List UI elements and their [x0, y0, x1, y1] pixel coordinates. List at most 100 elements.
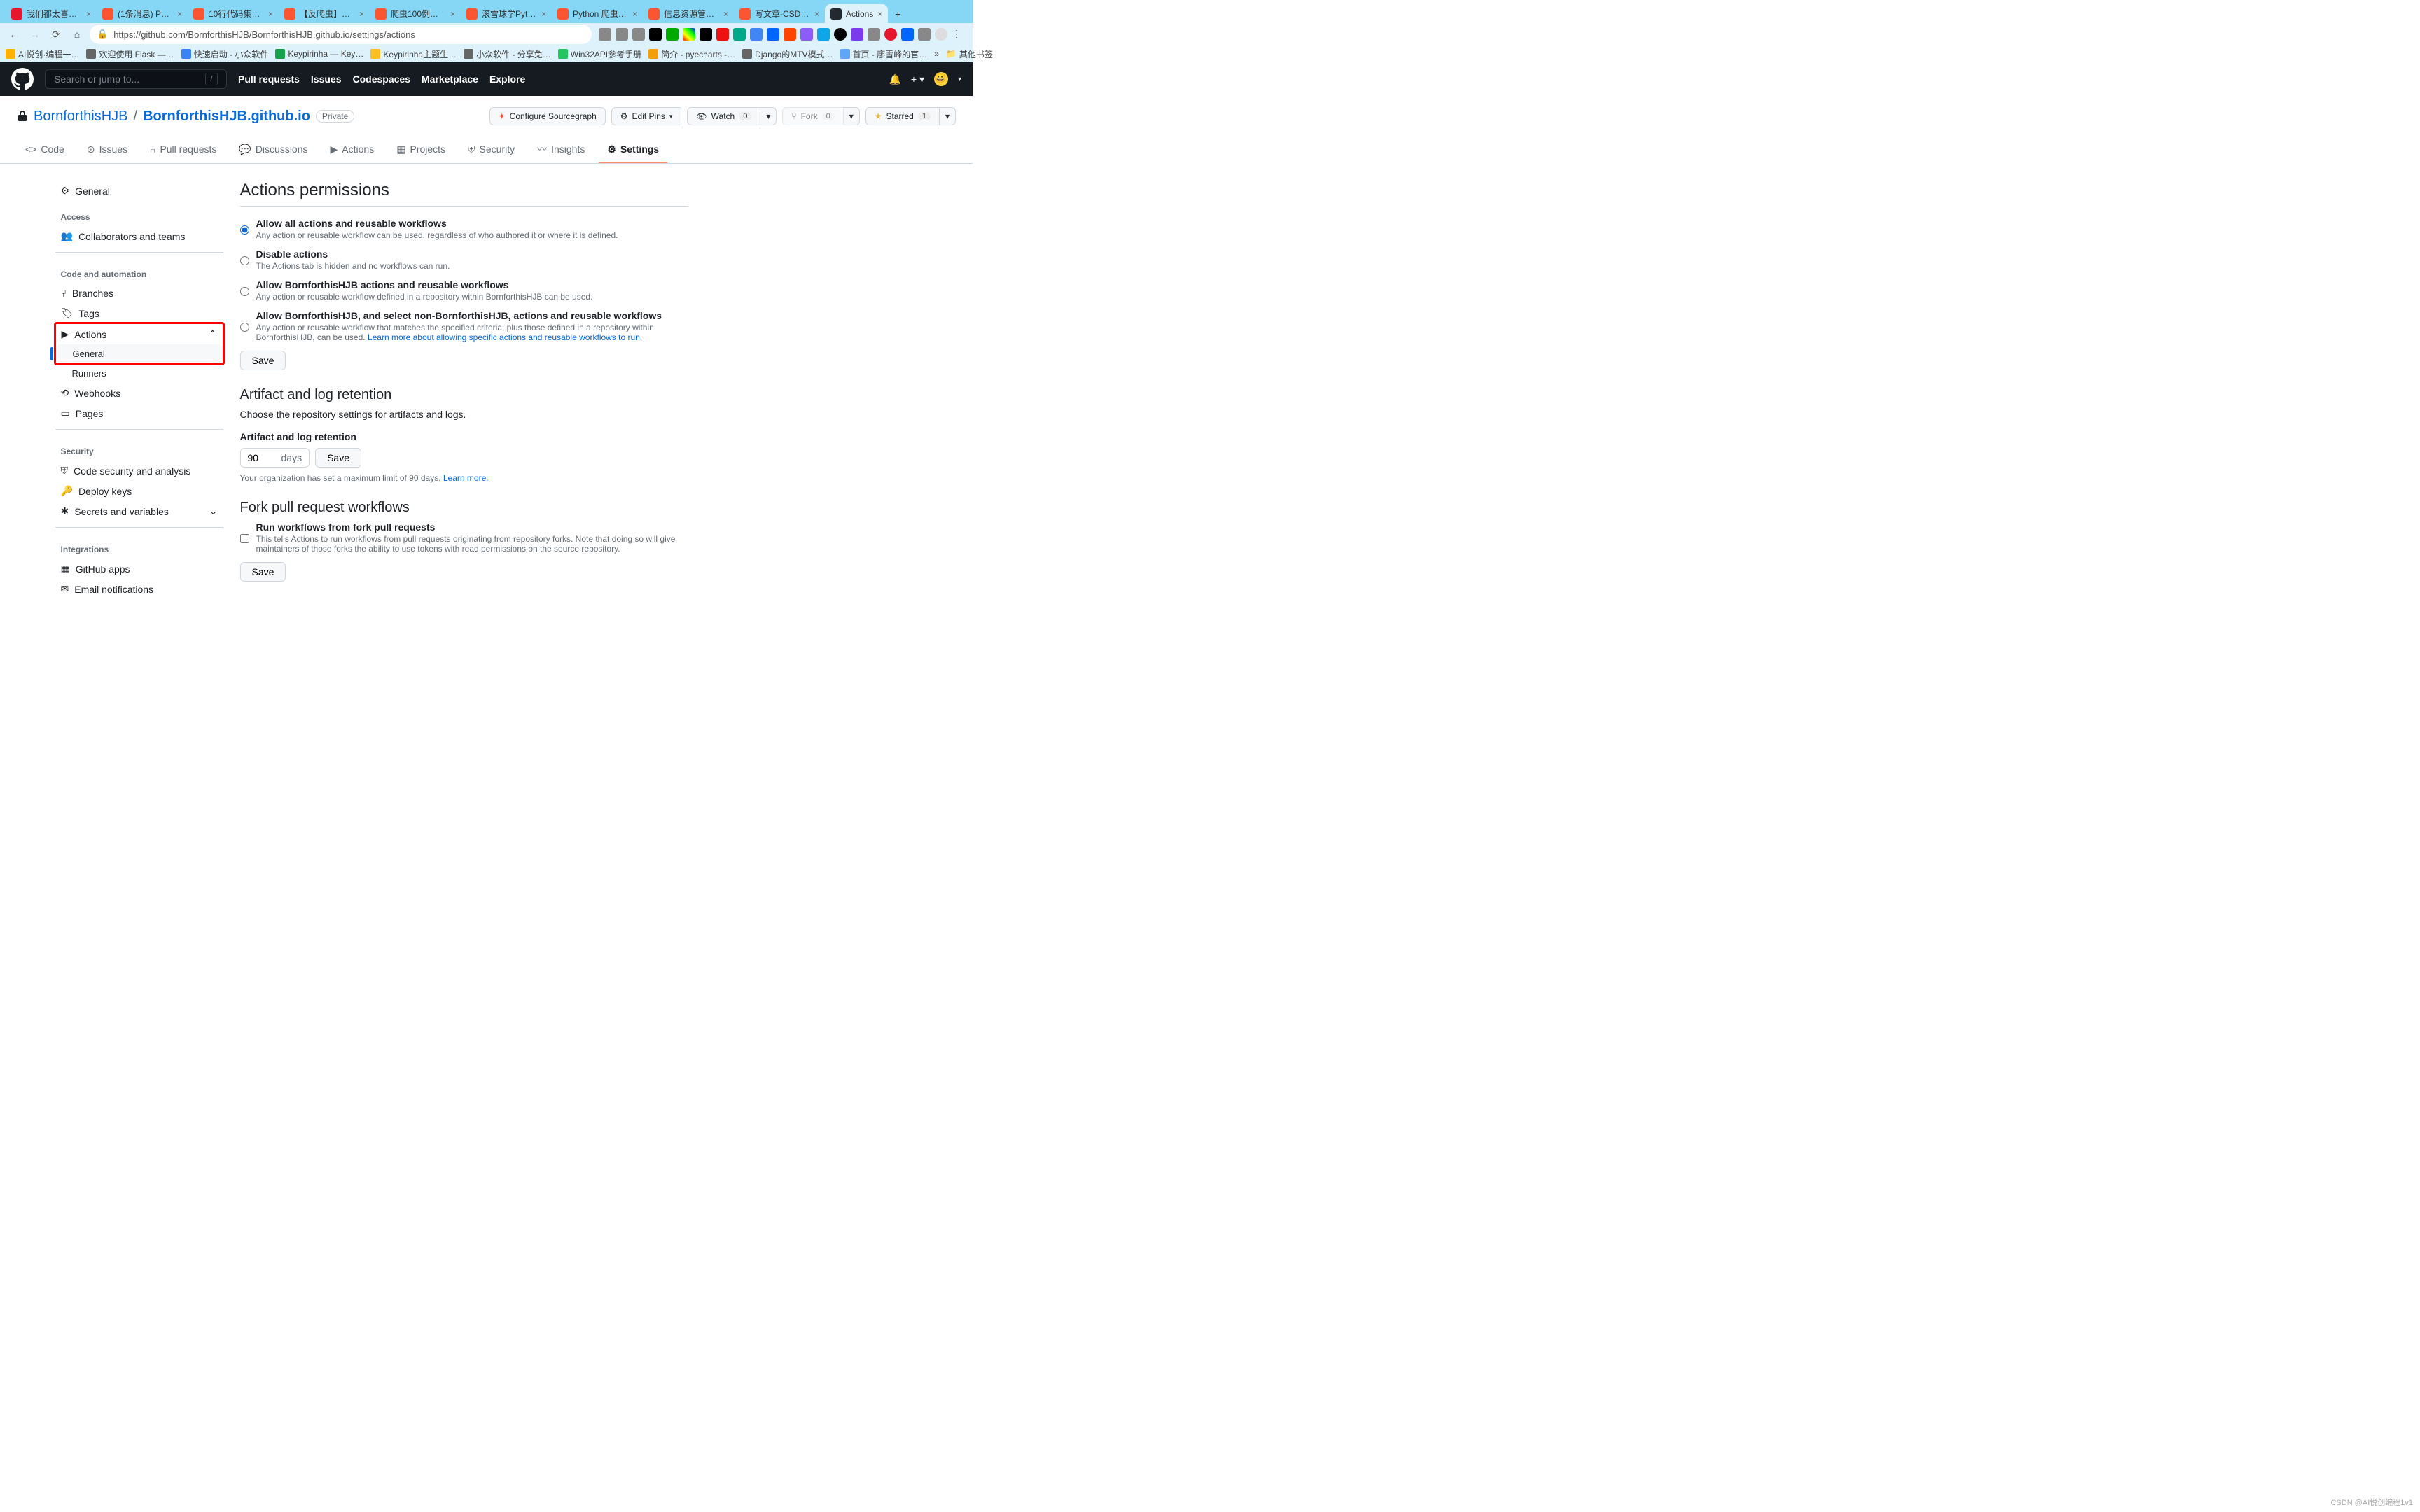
close-icon[interactable]: ×	[632, 9, 637, 19]
sidebar-tags[interactable]: 🏷Tags	[55, 303, 223, 323]
ext-icon[interactable]	[884, 28, 897, 41]
address-bar[interactable]: 🔒 https://github.com/BornforthisHJB/Born…	[90, 24, 592, 44]
browser-tab[interactable]: 【反爬虫】系列×	[279, 4, 370, 23]
ext-icon[interactable]	[901, 28, 914, 41]
sidebar-branches[interactable]: ⑂Branches	[55, 284, 223, 303]
radio-owner-only[interactable]	[240, 281, 249, 302]
bookmark-item[interactable]: 快速启动 - 小众软件	[181, 48, 269, 60]
ext-icon[interactable]	[851, 28, 863, 41]
plus-icon[interactable]: + ▾	[911, 74, 924, 85]
ext-icon[interactable]	[683, 28, 695, 41]
puzzle-icon[interactable]	[868, 28, 880, 41]
browser-tab[interactable]: (1条消息) Python×	[97, 4, 188, 23]
sidebar-collaborators[interactable]: 👥Collaborators and teams	[55, 226, 223, 246]
star-dropdown[interactable]: ▾	[940, 107, 956, 125]
repo-tab-actions[interactable]: ▶Actions	[322, 136, 383, 163]
bookmark-item[interactable]: Keypirinha — Key…	[275, 49, 363, 59]
ext-icon[interactable]	[750, 28, 763, 41]
sidebar-actions[interactable]: ▶Actions⌃	[56, 324, 223, 344]
save-button[interactable]: Save	[240, 351, 286, 370]
bookmark-item[interactable]: AI悦创·编程一…	[6, 48, 79, 60]
repo-tab-projects[interactable]: ▦Projects	[388, 136, 454, 163]
reload-icon[interactable]: ⟳	[48, 26, 64, 43]
home-icon[interactable]: ⌂	[69, 26, 85, 43]
repo-tab-discussions[interactable]: 💬Discussions	[230, 136, 316, 163]
watch-dropdown[interactable]: ▾	[760, 107, 777, 125]
ext-icon[interactable]	[834, 28, 847, 41]
fork-dropdown[interactable]: ▾	[844, 107, 860, 125]
radio-allow-all[interactable]	[240, 220, 249, 240]
close-icon[interactable]: ×	[877, 9, 882, 19]
save-retention-button[interactable]: Save	[315, 448, 361, 468]
ext-icon[interactable]	[733, 28, 746, 41]
browser-tab[interactable]: 10行代码集2000×	[188, 4, 279, 23]
browser-tab[interactable]: 我们都太喜欢等.×	[6, 4, 97, 23]
github-logo-icon[interactable]	[11, 68, 34, 90]
bookmark-item[interactable]: 欢迎使用 Flask —…	[86, 48, 174, 60]
learn-more-link[interactable]: Learn more about allowing specific actio…	[368, 332, 642, 342]
radio-disable[interactable]	[240, 251, 249, 271]
browser-tab[interactable]: Actions×	[825, 4, 888, 23]
bookmark-item[interactable]: Win32API参考手册	[558, 48, 641, 60]
sidebar-secrets[interactable]: ✱Secrets and variables⌄	[55, 501, 223, 522]
close-icon[interactable]: ×	[814, 9, 819, 19]
sidebar-actions-general[interactable]: General	[56, 344, 223, 363]
bookmark-item[interactable]: 简介 - pyecharts -…	[648, 48, 735, 60]
ext-icon[interactable]	[767, 28, 779, 41]
search-input[interactable]: Search or jump to... /	[45, 69, 227, 89]
repo-tab-issues[interactable]: ⊙Issues	[78, 136, 136, 163]
translate-icon[interactable]	[599, 28, 611, 41]
bookmark-item[interactable]: Django的MTV模式…	[742, 48, 833, 60]
sidebar-deploy-keys[interactable]: 🔑Deploy keys	[55, 481, 223, 501]
bookmark-item[interactable]: Keypirinha主题生…	[370, 48, 457, 60]
repo-tab-pull-requests[interactable]: ⑃Pull requests	[141, 136, 225, 163]
star-icon[interactable]	[632, 28, 645, 41]
repo-tab-code[interactable]: <>Code	[17, 136, 73, 163]
avatar[interactable]: 😀	[934, 72, 948, 86]
retention-input[interactable]	[241, 449, 274, 467]
repo-tab-insights[interactable]: 〰Insights	[529, 136, 593, 163]
close-icon[interactable]: ×	[723, 9, 728, 19]
radio-select[interactable]	[240, 312, 249, 342]
sidebar-general[interactable]: ⚙General	[55, 181, 223, 201]
browser-tab[interactable]: Python 爬虫小课×	[552, 4, 643, 23]
ext-icon[interactable]	[800, 28, 813, 41]
repo-tab-settings[interactable]: ⚙Settings	[599, 136, 667, 163]
repo-link[interactable]: BornforthisHJB.github.io	[143, 108, 310, 125]
nav-link[interactable]: Marketplace	[422, 74, 478, 85]
back-icon[interactable]: ←	[6, 26, 22, 43]
share-icon[interactable]	[616, 28, 628, 41]
sidebar-pages[interactable]: ▭Pages	[55, 403, 223, 424]
ext-icon[interactable]	[817, 28, 830, 41]
nav-link[interactable]: Pull requests	[238, 74, 300, 85]
browser-tab[interactable]: 滚雪球学Python_×	[461, 4, 552, 23]
edit-pins-button[interactable]: ⚙Edit Pins▾	[611, 107, 682, 125]
menu-icon[interactable]: ⋮	[952, 28, 964, 41]
bell-icon[interactable]: 🔔	[889, 74, 900, 85]
owner-link[interactable]: BornforthisHJB	[34, 108, 128, 125]
bookmark-item[interactable]: 首页 - 廖雪峰的官…	[840, 48, 928, 60]
nav-link[interactable]: Codespaces	[353, 74, 410, 85]
nav-link[interactable]: Explore	[489, 74, 525, 85]
watch-button[interactable]: 👁Watch0	[687, 107, 760, 125]
fork-workflows-checkbox[interactable]	[240, 524, 249, 554]
learn-more-link[interactable]: Learn more.	[443, 473, 489, 483]
nav-link[interactable]: Issues	[311, 74, 342, 85]
ext-icon[interactable]	[716, 28, 729, 41]
close-icon[interactable]: ×	[86, 9, 91, 19]
sidebar-email-notifications[interactable]: ✉Email notifications	[55, 579, 223, 599]
fork-button[interactable]: ⑂Fork0	[782, 107, 843, 125]
ext-icon[interactable]	[649, 28, 662, 41]
profile-icon[interactable]	[935, 28, 947, 41]
close-icon[interactable]: ×	[541, 9, 546, 19]
browser-tab[interactable]: 信息资源管理 (0×	[643, 4, 734, 23]
repo-tab-security[interactable]: ⛨Security	[459, 136, 523, 163]
sidebar-actions-runners[interactable]: Runners	[55, 364, 223, 383]
ext-icon[interactable]	[666, 28, 679, 41]
ext-icon[interactable]	[784, 28, 796, 41]
sidebar-webhooks[interactable]: ⟲Webhooks	[55, 383, 223, 403]
sidebar-github-apps[interactable]: ▦GitHub apps	[55, 559, 223, 579]
star-button[interactable]: ★Starred1	[865, 107, 940, 125]
other-bookmarks[interactable]: 📁其他书签	[946, 48, 993, 60]
configure-sourcegraph-button[interactable]: ✦Configure Sourcegraph	[489, 107, 606, 125]
